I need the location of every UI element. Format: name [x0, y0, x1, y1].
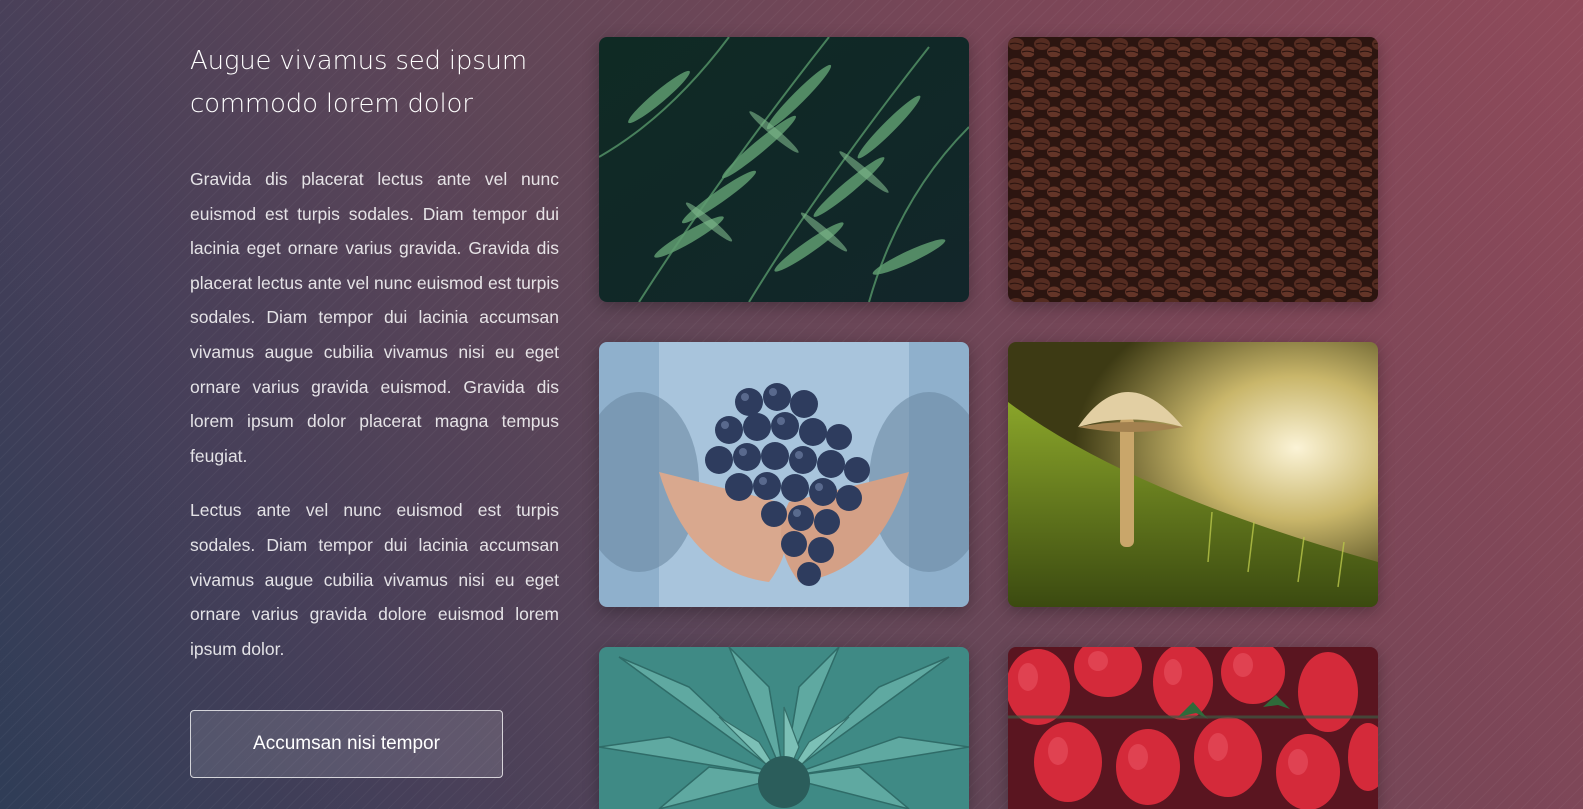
coffee-image: [1008, 37, 1378, 302]
fern-image: [599, 37, 969, 302]
section-heading: Augue vivamus sed ipsum commodo lorem do…: [190, 46, 527, 119]
gallery-image-strawberries[interactable]: [1008, 647, 1378, 809]
gallery-image-coffee[interactable]: [1008, 37, 1378, 302]
grapes-image: [599, 342, 969, 607]
body-paragraph-2: Lectus ante vel nunc euismod est turpis …: [190, 500, 559, 659]
agave-image: [599, 647, 969, 809]
cta-button-label: Accumsan nisi tempor: [253, 733, 440, 754]
gallery-image-grapes[interactable]: [599, 342, 969, 607]
gallery-image-fern[interactable]: [599, 37, 969, 302]
intro-section: Augue vivamus sed ipsum commodo lorem do…: [190, 40, 559, 666]
cta-button[interactable]: Accumsan nisi tempor: [190, 710, 503, 778]
gallery-image-mushroom[interactable]: [1008, 342, 1378, 607]
body-paragraph-1: Gravida dis placerat lectus ante vel nun…: [190, 169, 559, 466]
mushroom-image: [1008, 342, 1378, 607]
gallery-image-agave[interactable]: [599, 647, 969, 809]
strawberries-image: [1008, 647, 1378, 809]
